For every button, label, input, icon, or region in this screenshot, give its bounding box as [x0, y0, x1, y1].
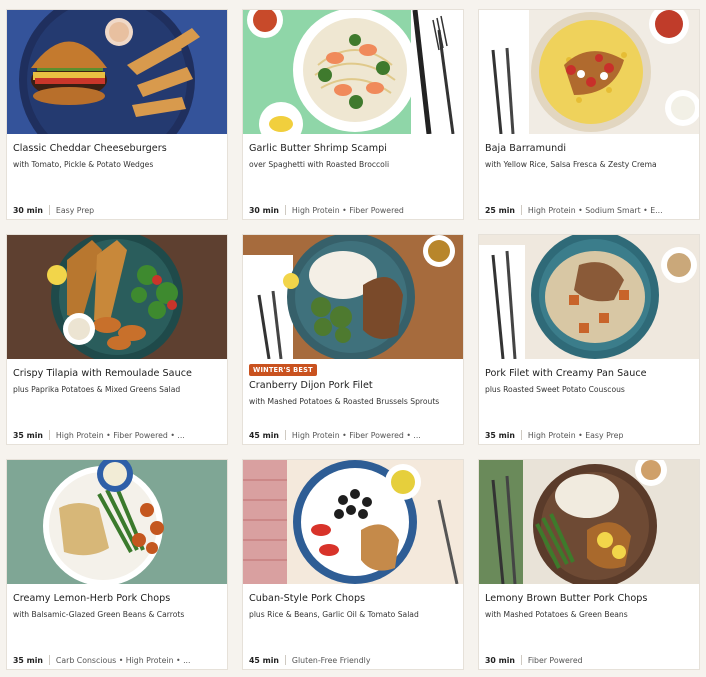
divider: [520, 430, 522, 440]
recipe-card[interactable]: Pork Filet with Creamy Pan Sauce plus Ro…: [478, 234, 700, 445]
shrimp-scampi-photo[interactable]: [243, 10, 463, 134]
divider: [48, 655, 50, 665]
recipe-title[interactable]: Lemony Brown Butter Pork Chops: [485, 593, 693, 604]
recipe-card[interactable]: Classic Cheddar Cheeseburgers with Tomat…: [6, 9, 228, 220]
divider: [284, 430, 286, 440]
pork-couscous-photo[interactable]: [479, 235, 699, 359]
recipe-tags: High Protein • Sodium Smart • E...: [527, 205, 663, 215]
recipe-card[interactable]: Cuban-Style Pork Chops plus Rice & Beans…: [242, 459, 464, 670]
divider: [520, 205, 522, 215]
cook-time: 30 min: [13, 205, 43, 215]
recipe-subtitle: plus Paprika Potatoes & Mixed Greens Sal…: [13, 385, 181, 394]
recipe-subtitle: with Yellow Rice, Salsa Fresca & Zesty C…: [485, 160, 657, 169]
brown-butter-pork-photo[interactable]: [479, 460, 699, 584]
recipe-card[interactable]: Garlic Butter Shrimp Scampi over Spaghet…: [242, 9, 464, 220]
recipe-title[interactable]: Pork Filet with Creamy Pan Sauce: [485, 368, 693, 379]
recipe-meta: 25 min High Protein • Sodium Smart • E..…: [485, 205, 693, 215]
barramundi-photo[interactable]: [479, 10, 699, 134]
cook-time: 30 min: [485, 655, 515, 665]
recipe-card[interactable]: WINTER'S BEST Cranberry Dijon Pork Filet…: [242, 234, 464, 445]
recipe-meta: 35 min High Protein • Easy Prep: [485, 430, 693, 440]
lemon-herb-pork-photo[interactable]: [7, 460, 227, 584]
recipe-card[interactable]: Creamy Lemon-Herb Pork Chops with Balsam…: [6, 459, 228, 670]
recipe-card[interactable]: Baja Barramundi with Yellow Rice, Salsa …: [478, 9, 700, 220]
recipe-title[interactable]: Cuban-Style Pork Chops: [249, 593, 457, 604]
recipe-tags: Gluten-Free Friendly: [291, 655, 371, 665]
cook-time: 35 min: [13, 655, 43, 665]
recipe-meta: 35 min Carb Conscious • High Protein • .…: [13, 655, 221, 665]
divider: [520, 655, 522, 665]
recipe-meta: 30 min Easy Prep: [13, 205, 221, 215]
recipe-subtitle: over Spaghetti with Roasted Broccoli: [249, 160, 390, 169]
tilapia-photo[interactable]: [7, 235, 227, 359]
recipe-title[interactable]: Creamy Lemon-Herb Pork Chops: [13, 593, 221, 604]
cook-time: 25 min: [485, 205, 515, 215]
recipe-tags: Easy Prep: [55, 205, 95, 215]
cuban-pork-photo[interactable]: [243, 460, 463, 584]
recipe-subtitle: with Mashed Potatoes & Roasted Brussels …: [249, 397, 440, 406]
recipe-title[interactable]: Crispy Tilapia with Remoulade Sauce: [13, 368, 221, 379]
recipe-subtitle: with Balsamic-Glazed Green Beans & Carro…: [13, 610, 185, 619]
recipe-meta: 45 min High Protein • Fiber Powered • ..…: [249, 430, 457, 440]
recipe-tags: High Protein • Fiber Powered • ...: [291, 430, 421, 440]
divider: [284, 655, 286, 665]
cook-time: 45 min: [249, 430, 279, 440]
recipe-meta: 30 min Fiber Powered: [485, 655, 693, 665]
winters-best-badge: WINTER'S BEST: [249, 364, 317, 376]
recipe-tags: Fiber Powered: [527, 655, 583, 665]
recipe-tags: Carb Conscious • High Protein • ...: [55, 655, 191, 665]
recipe-subtitle: with Tomato, Pickle & Potato Wedges: [13, 160, 154, 169]
cook-time: 30 min: [249, 205, 279, 215]
recipe-title[interactable]: Cranberry Dijon Pork Filet: [249, 380, 457, 391]
recipe-title[interactable]: Baja Barramundi: [485, 143, 693, 154]
recipe-subtitle: plus Rice & Beans, Garlic Oil & Tomato S…: [249, 610, 419, 619]
recipe-title[interactable]: Garlic Butter Shrimp Scampi: [249, 143, 457, 154]
recipe-tags: High Protein • Fiber Powered: [291, 205, 404, 215]
divider: [48, 430, 50, 440]
recipe-card[interactable]: Lemony Brown Butter Pork Chops with Mash…: [478, 459, 700, 670]
divider: [284, 205, 286, 215]
divider: [48, 205, 50, 215]
recipe-title[interactable]: Classic Cheddar Cheeseburgers: [13, 143, 221, 154]
recipe-meta: 35 min High Protein • Fiber Powered • ..…: [13, 430, 221, 440]
recipe-card[interactable]: Crispy Tilapia with Remoulade Sauce plus…: [6, 234, 228, 445]
pork-filet-photo[interactable]: [243, 235, 463, 359]
cook-time: 35 min: [485, 430, 515, 440]
cheeseburger-photo[interactable]: [7, 10, 227, 134]
cook-time: 35 min: [13, 430, 43, 440]
recipe-subtitle: plus Roasted Sweet Potato Couscous: [485, 385, 625, 394]
recipe-tags: High Protein • Fiber Powered • ...: [55, 430, 185, 440]
recipe-meta: 45 min Gluten-Free Friendly: [249, 655, 457, 665]
recipe-subtitle: with Mashed Potatoes & Green Beans: [485, 610, 628, 619]
recipe-meta: 30 min High Protein • Fiber Powered: [249, 205, 457, 215]
recipe-tags: High Protein • Easy Prep: [527, 430, 624, 440]
cook-time: 45 min: [249, 655, 279, 665]
